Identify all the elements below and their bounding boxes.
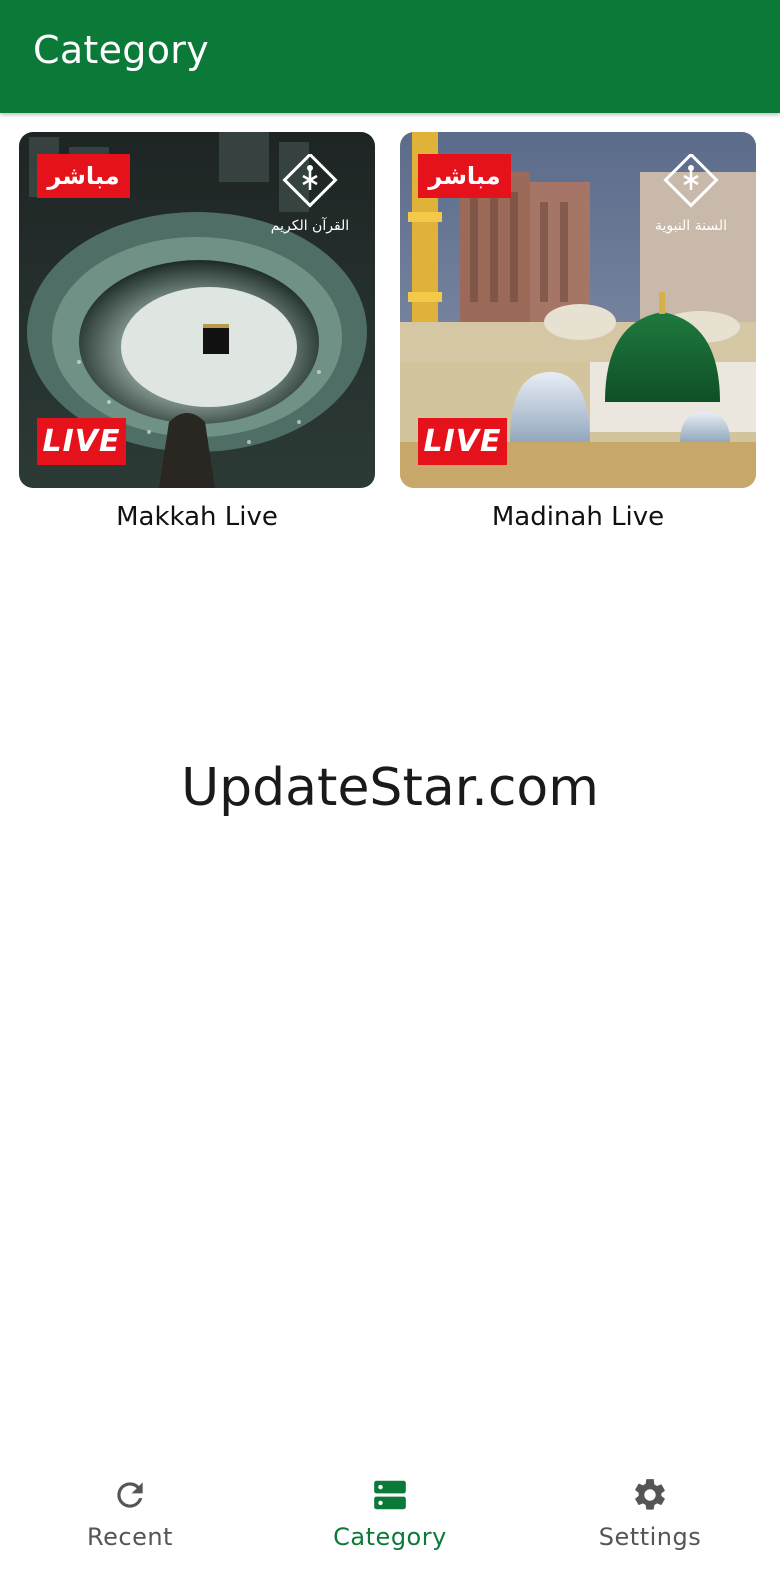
gear-icon (630, 1475, 670, 1515)
channel-name: السنة النبوية (654, 218, 728, 234)
saudi-emblem-icon (663, 152, 719, 208)
category-grid: مباشر القرآن الكريم LIVE مباشر السنة الن… (0, 0, 780, 600)
category-icon (370, 1475, 410, 1515)
live-badge: LIVE (37, 418, 126, 465)
channel-logo: القرآن الكريم (265, 152, 355, 234)
live-badge-arabic: مباشر (37, 154, 130, 198)
nav-label-category: Category (333, 1523, 447, 1551)
nav-label-settings: Settings (598, 1523, 702, 1551)
live-badge: LIVE (418, 418, 507, 465)
channel-name: القرآن الكريم (270, 218, 350, 234)
nav-recent[interactable]: Recent (0, 1455, 260, 1581)
madinah-live-card[interactable]: مباشر السنة النبوية LIVE (400, 132, 756, 488)
live-badge-arabic: مباشر (418, 154, 511, 198)
madinah-live-label[interactable]: Madinah Live (400, 502, 756, 532)
bottom-navigation: Recent Category Settings (0, 1455, 780, 1581)
nav-settings[interactable]: Settings (520, 1455, 780, 1581)
saudi-emblem-icon (282, 152, 338, 208)
makkah-live-label[interactable]: Makkah Live (19, 502, 375, 532)
makkah-live-card[interactable]: مباشر القرآن الكريم LIVE (19, 132, 375, 488)
nav-label-recent: Recent (87, 1523, 173, 1551)
nav-category[interactable]: Category (260, 1455, 520, 1581)
watermark-text: UpdateStar.com (181, 758, 599, 818)
refresh-icon (110, 1475, 150, 1515)
channel-logo: السنة النبوية (646, 152, 736, 234)
